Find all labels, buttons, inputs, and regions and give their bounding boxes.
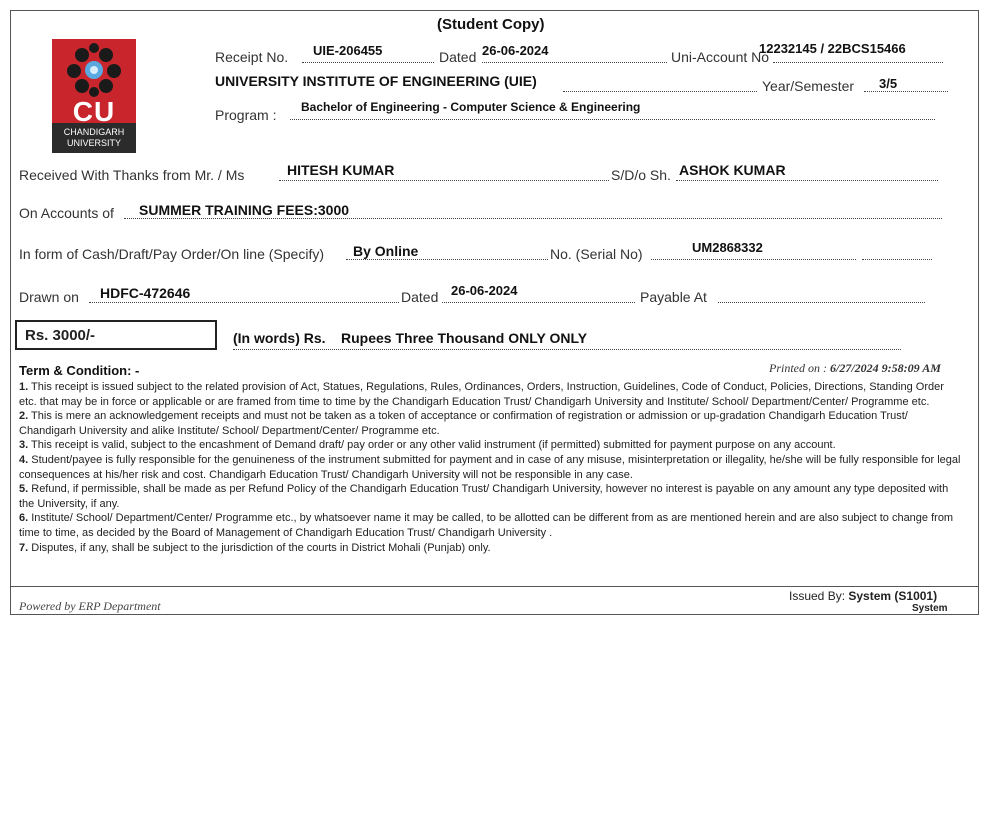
dated2-label: Dated bbox=[401, 289, 439, 305]
sdo-label: S/D/o Sh. bbox=[611, 167, 671, 183]
payment-form-label: In form of Cash/Draft/Pay Order/On line … bbox=[19, 246, 324, 262]
logo-line-2: UNIVERSITY bbox=[66, 138, 121, 148]
uni-account-value: 12232145 / 22BCS15466 bbox=[759, 41, 906, 56]
amount-in-words: Rupees Three Thousand ONLY ONLY bbox=[341, 330, 588, 346]
term-item: 3. This receipt is valid, subject to the… bbox=[19, 439, 836, 452]
year-semester-value: 3/5 bbox=[879, 76, 898, 91]
issued-by-label: Issued By: bbox=[789, 589, 846, 603]
dated-label: Dated bbox=[439, 49, 477, 65]
gears-icon bbox=[67, 43, 121, 97]
term-item: 2. This is mere an acknowledgement recei… bbox=[19, 410, 908, 437]
receipt-no-label: Receipt No. bbox=[215, 49, 289, 65]
serial-no-value: UM2868332 bbox=[692, 240, 763, 255]
term-item: 1. This receipt is issued subject to the… bbox=[19, 381, 944, 408]
on-accounts-value: SUMMER TRAINING FEES:3000 bbox=[139, 202, 350, 218]
received-from-label: Received With Thanks from Mr. / Ms bbox=[19, 167, 245, 183]
serial-no-label: No. (Serial No) bbox=[550, 246, 643, 262]
terms-heading: Term & Condition: - bbox=[19, 363, 140, 378]
uni-account-label: Uni-Account No bbox=[671, 49, 770, 65]
program-label: Program : bbox=[215, 107, 277, 123]
on-accounts-label: On Accounts of bbox=[19, 205, 114, 221]
amount-value: Rs. 3000/- bbox=[25, 327, 96, 344]
term-item: 4. Student/payee is fully responsible fo… bbox=[19, 453, 961, 481]
in-words-label: (In words) Rs. bbox=[233, 330, 326, 346]
powered-by: Powered by ERP Department bbox=[19, 599, 161, 613]
term-item: 6. Institute/ School/ Department/Center/… bbox=[19, 512, 954, 539]
institute-name: UNIVERSITY INSTITUTE OF ENGINEERING (UIE… bbox=[215, 73, 537, 89]
payment-mode-value: By Online bbox=[353, 243, 419, 259]
issued-by-sub: System bbox=[912, 603, 948, 614]
footer-divider bbox=[11, 586, 978, 587]
drawn-on-value: HDFC-472646 bbox=[100, 285, 191, 301]
drawn-on-label: Drawn on bbox=[19, 289, 79, 305]
terms-list: 1. This receipt is issued subject to the… bbox=[19, 380, 963, 555]
drawn-date-value: 26-06-2024 bbox=[451, 283, 518, 298]
term-item: 7. Disputes, if any, shall be subject to… bbox=[19, 541, 491, 554]
issued-by-value: System (S1001) bbox=[848, 589, 938, 603]
amount-box: Rs. 3000/- bbox=[15, 320, 217, 350]
year-semester-label: Year/Semester bbox=[762, 78, 855, 94]
university-logo: CU CHANDIGARH UNIVERSITY bbox=[52, 39, 136, 153]
issued-by: Issued By: System (S1001) bbox=[789, 589, 937, 603]
student-name: HITESH KUMAR bbox=[287, 162, 395, 178]
copy-title: (Student Copy) bbox=[437, 16, 545, 33]
printed-on-value: 6/27/2024 9:58:09 AM bbox=[830, 361, 941, 375]
program-value: Bachelor of Engineering - Computer Scien… bbox=[301, 100, 641, 114]
dated-value: 26-06-2024 bbox=[482, 43, 549, 58]
payable-at-label: Payable At bbox=[640, 289, 707, 305]
printed-on: Printed on : 6/27/2024 9:58:09 AM bbox=[769, 361, 941, 376]
term-item: 5. Refund, if permissible, shall be made… bbox=[19, 483, 949, 510]
parent-name: ASHOK KUMAR bbox=[679, 162, 786, 178]
fee-receipt: (Student Copy) CU CHANDIGARH UNIVERSITY … bbox=[10, 10, 979, 615]
logo-line-1: CHANDIGARH bbox=[63, 127, 125, 137]
printed-on-label: Printed on : bbox=[769, 361, 827, 375]
receipt-no-value: UIE-206455 bbox=[313, 43, 383, 58]
